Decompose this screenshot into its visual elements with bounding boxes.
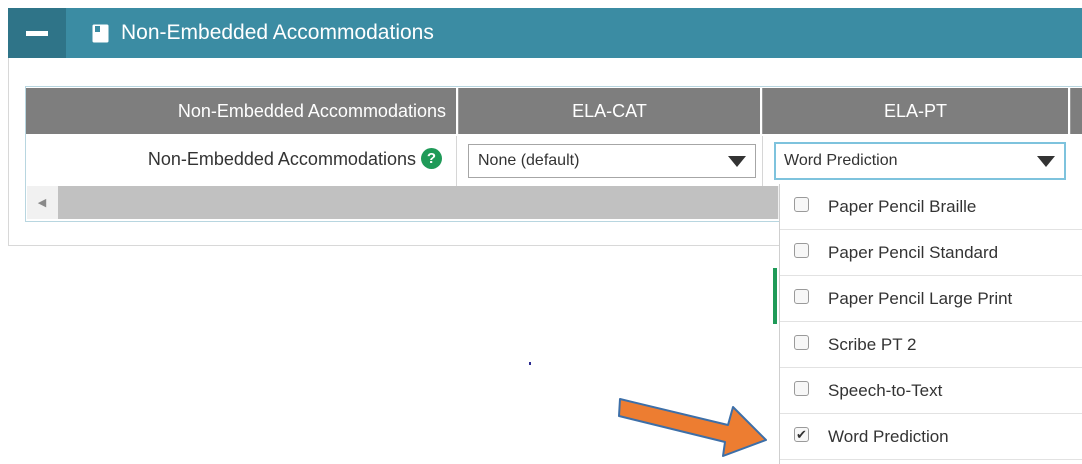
column-header-ela-cat: ELA-CAT bbox=[458, 88, 760, 134]
partial-green-border bbox=[773, 268, 777, 324]
document-icon bbox=[92, 24, 109, 43]
checkbox-icon[interactable] bbox=[794, 289, 809, 304]
option-scribe-pt-2[interactable]: Scribe PT 2 bbox=[780, 322, 1082, 368]
column-header-accommodations: Non-Embedded Accommodations bbox=[26, 88, 456, 134]
ela-cat-select-value: None (default) bbox=[478, 152, 580, 169]
question-circle-icon[interactable]: ? bbox=[421, 148, 442, 169]
cell-divider bbox=[762, 136, 763, 186]
column-header-next bbox=[1070, 88, 1082, 134]
cell-divider bbox=[456, 136, 457, 186]
checkbox-icon[interactable] bbox=[794, 335, 809, 350]
ela-pt-select-value: Word Prediction bbox=[784, 152, 898, 169]
collapse-button[interactable] bbox=[8, 8, 66, 58]
option-label: Paper Pencil Standard bbox=[828, 243, 999, 262]
caret-down-icon bbox=[1037, 156, 1055, 167]
ela-pt-options-dropdown: Paper Pencil Braille Paper Pencil Standa… bbox=[779, 184, 1082, 464]
option-paper-pencil-braille[interactable]: Paper Pencil Braille bbox=[780, 184, 1082, 230]
panel-title: Non-Embedded Accommodations bbox=[121, 21, 434, 44]
checkbox-icon[interactable] bbox=[794, 381, 809, 396]
arrow-right-icon bbox=[618, 398, 767, 457]
checkbox-checked-icon[interactable]: ✔ bbox=[794, 427, 809, 442]
option-speech-to-text[interactable]: Speech-to-Text bbox=[780, 368, 1082, 414]
ela-cat-select[interactable]: None (default) bbox=[468, 144, 756, 178]
checkbox-icon[interactable] bbox=[794, 197, 809, 212]
stray-dot bbox=[529, 362, 531, 365]
option-paper-pencil-large-print[interactable]: Paper Pencil Large Print bbox=[780, 276, 1082, 322]
option-label: Paper Pencil Large Print bbox=[828, 289, 1013, 308]
option-label: Word Prediction bbox=[828, 427, 949, 446]
option-paper-pencil-standard[interactable]: Paper Pencil Standard bbox=[780, 230, 1082, 276]
scrollbar-thumb[interactable] bbox=[58, 186, 778, 219]
option-label: Paper Pencil Braille bbox=[828, 197, 977, 216]
ela-pt-select[interactable]: Word Prediction bbox=[774, 142, 1066, 180]
row-label: Non-Embedded Accommodations bbox=[147, 148, 416, 169]
checkbox-icon[interactable] bbox=[794, 243, 809, 258]
option-word-prediction[interactable]: ✔ Word Prediction bbox=[780, 414, 1082, 460]
caret-down-icon bbox=[728, 156, 746, 167]
panel-header: Non-Embedded Accommodations bbox=[8, 8, 1082, 58]
minus-icon bbox=[26, 30, 48, 36]
column-header-ela-pt: ELA-PT bbox=[762, 88, 1068, 134]
scroll-left-arrow-icon[interactable]: ◀ bbox=[27, 186, 57, 219]
option-label: Speech-to-Text bbox=[828, 381, 943, 400]
option-label: Scribe PT 2 bbox=[828, 335, 917, 354]
